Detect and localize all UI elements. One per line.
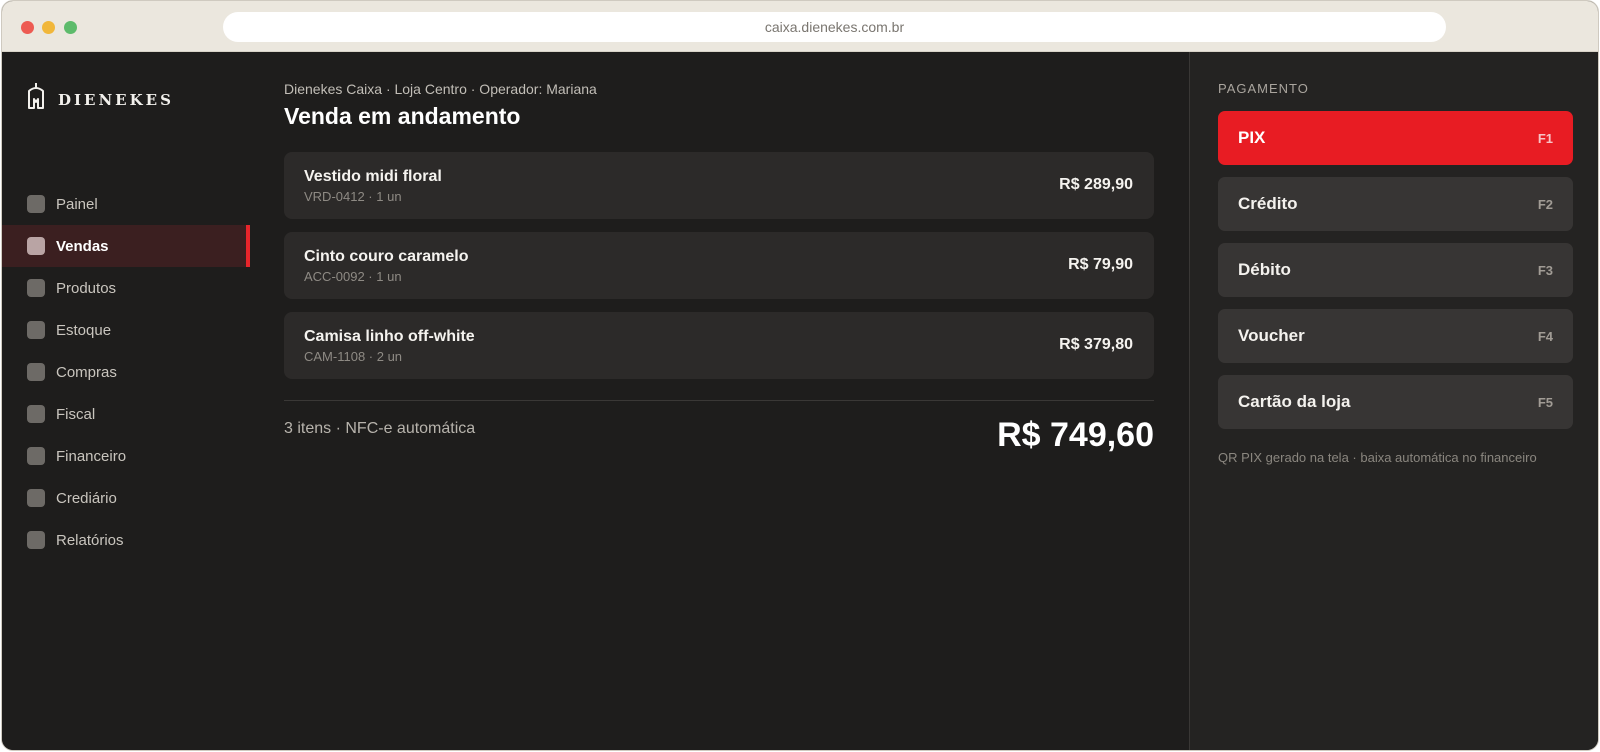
payment-note: QR PIX gerado na tela · baixa automática… [1218,450,1537,465]
payment-voucher-button[interactable]: Voucher F4 [1218,309,1573,363]
payment-debito-button[interactable]: Débito F3 [1218,243,1573,297]
sale-total: R$ 749,60 [997,416,1154,454]
sidebar-item-relatorios[interactable]: Relatórios [2,519,250,561]
sidebar-item-label: Compras [56,363,117,381]
sidebar-item-crediario[interactable]: Crediário [2,477,250,519]
vendas-icon [27,237,45,255]
relatorios-icon [27,531,45,549]
item-price: R$ 379,80 [1059,336,1133,353]
sidebar-item-compras[interactable]: Compras [2,351,250,393]
item-sku-qty: VRD-0412 · 1 un [304,189,402,204]
sidebar-item-fiscal[interactable]: Fiscal [2,393,250,435]
fiscal-icon [27,405,45,423]
brand-logo[interactable]: DIENEKES [26,82,174,117]
sidebar-item-produtos[interactable]: Produtos [2,267,250,309]
sidebar-item-label: Crediário [56,489,117,507]
sidebar-item-label: Financeiro [56,447,127,465]
payment-panel: PAGAMENTO PIX F1 Crédito F2 Débito F3 Vo… [1189,52,1598,750]
payment-credito-button[interactable]: Crédito F2 [1218,177,1573,231]
page-title: Venda em andamento [284,103,521,129]
payment-heading: PAGAMENTO [1218,81,1309,96]
browser-window: caixa.dienekes.com.br DIENEKES Painel Ve… [1,0,1599,751]
crediario-icon [27,489,45,507]
sidebar: DIENEKES Painel Vendas Produtos Estoque … [2,52,250,750]
sale-item-row[interactable]: Camisa linho off-white CAM-1108 · 2 un R… [284,312,1154,379]
estoque-icon [27,321,45,339]
url-text: caixa.dienekes.com.br [764,19,905,35]
sidebar-item-label: Vendas [56,237,109,255]
item-price: R$ 289,90 [1059,176,1133,193]
shortcut-key: F4 [1537,328,1553,344]
sidebar-item-financeiro[interactable]: Financeiro [2,435,250,477]
divider [284,400,1154,401]
brand-name: DIENEKES [58,90,174,109]
close-window-button[interactable] [21,21,34,34]
compras-icon [27,363,45,381]
payment-label: Débito [1238,260,1291,279]
payment-label: PIX [1238,128,1266,147]
item-name: Cinto couro caramelo [304,248,469,265]
maximize-window-button[interactable] [64,21,77,34]
item-name: Camisa linho off-white [304,328,475,345]
item-name: Vestido midi floral [304,168,442,185]
payment-cartao-loja-button[interactable]: Cartão da loja F5 [1218,375,1573,429]
payment-label: Cartão da loja [1238,392,1351,411]
shortcut-key: F1 [1537,130,1553,146]
payment-label: Voucher [1238,326,1305,345]
shortcut-key: F2 [1537,196,1553,212]
payment-label: Crédito [1238,194,1298,213]
sale-summary: 3 itens · NFC-e automática [284,420,476,437]
sale-item-row[interactable]: Vestido midi floral VRD-0412 · 1 un R$ 2… [284,152,1154,219]
sidebar-item-label: Estoque [56,321,112,339]
sidebar-item-label: Relatórios [56,531,124,549]
helmet-icon [26,82,46,117]
payment-pix-button[interactable]: PIX F1 [1218,111,1573,165]
sale-panel: Dienekes Caixa · Loja Centro · Operador:… [284,52,1154,750]
sidebar-item-label: Fiscal [56,405,96,423]
shortcut-key: F3 [1537,262,1553,278]
produtos-icon [27,279,45,297]
item-sku-qty: ACC-0092 · 1 un [304,269,402,284]
sidebar-item-vendas[interactable]: Vendas [2,225,250,267]
address-bar[interactable]: caixa.dienekes.com.br [223,12,1446,42]
minimize-window-button[interactable] [42,21,55,34]
item-price: R$ 79,90 [1068,256,1133,273]
shortcut-key: F5 [1537,394,1553,410]
sidebar-item-painel[interactable]: Painel [2,183,250,225]
sidebar-item-label: Produtos [56,279,117,297]
breadcrumb: Dienekes Caixa · Loja Centro · Operador:… [284,81,597,97]
financeiro-icon [27,447,45,465]
sidebar-item-estoque[interactable]: Estoque [2,309,250,351]
painel-icon [27,195,45,213]
sale-item-row[interactable]: Cinto couro caramelo ACC-0092 · 1 un R$ … [284,232,1154,299]
sidebar-item-label: Painel [56,195,98,213]
item-sku-qty: CAM-1108 · 2 un [304,349,403,364]
browser-titlebar: caixa.dienekes.com.br [2,1,1598,52]
